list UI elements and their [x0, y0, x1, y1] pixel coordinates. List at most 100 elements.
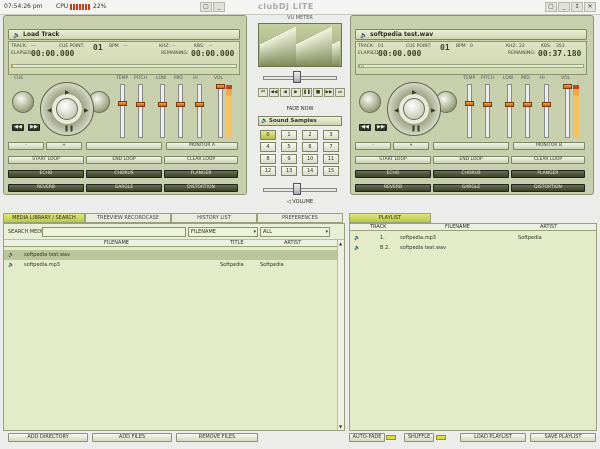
library-scrollbar[interactable]: ▲ ▼: [337, 240, 344, 430]
fade-now-button[interactable]: FADE NOW: [255, 106, 345, 112]
jog-center[interactable]: [403, 98, 425, 120]
save-playlist-button[interactable]: SAVE PLAYLIST: [530, 433, 596, 442]
forward-icon[interactable]: ▶: [84, 107, 89, 114]
fader-handle[interactable]: [158, 102, 167, 107]
pitch-up-button[interactable]: +: [393, 142, 429, 150]
fader-track[interactable]: [160, 84, 165, 138]
fader-track[interactable]: [507, 84, 512, 138]
minimize-button[interactable]: _: [213, 2, 225, 12]
sample-button-8[interactable]: 8: [260, 154, 276, 164]
tab-preferences[interactable]: PREFERENCES: [257, 213, 343, 223]
filter-scope-select[interactable]: ALL ▾: [260, 227, 330, 237]
echo-button[interactable]: ECHO: [8, 170, 84, 178]
list-item[interactable]: 🔈 1. softpedia.mp3 Softpedia: [350, 233, 590, 243]
pause-icon[interactable]: ❚❚: [302, 88, 312, 97]
end-loop-button[interactable]: END LOOP: [86, 156, 162, 164]
distortion-button[interactable]: DISTORTION: [511, 184, 585, 192]
fader-handle[interactable]: [195, 102, 204, 107]
play-icon[interactable]: ▶: [291, 88, 301, 97]
remove-files-button[interactable]: REMOVE FILES: [176, 433, 258, 442]
pitch-up-button[interactable]: +: [46, 142, 82, 150]
sample-button-5[interactable]: 5: [281, 142, 297, 152]
filter-field-select[interactable]: FILENAME ▾: [188, 227, 258, 237]
volume-fader-handle[interactable]: [216, 84, 225, 89]
sample-button-2[interactable]: 2: [302, 130, 318, 140]
start-loop-button[interactable]: START LOOP: [355, 156, 431, 164]
fader-handle[interactable]: [118, 101, 127, 106]
sample-button-7[interactable]: 7: [323, 142, 339, 152]
fader-handle[interactable]: [465, 101, 474, 106]
volume-fader-track[interactable]: [218, 84, 223, 138]
pitch-down-button[interactable]: -: [8, 142, 44, 150]
col-artist[interactable]: ARTIST: [540, 224, 557, 230]
resize-button[interactable]: ↕: [571, 2, 583, 12]
sample-button-3[interactable]: 3: [323, 130, 339, 140]
fader-track[interactable]: [525, 84, 530, 138]
sample-button-15[interactable]: 15: [323, 166, 339, 176]
jog-wheel[interactable]: ◀ ▶ ▶ ❚❚: [387, 82, 441, 136]
reverb-button[interactable]: REVERB: [355, 184, 431, 192]
volume-fader-track[interactable]: [565, 84, 570, 138]
add-directory-button[interactable]: ADD DIRECTORY: [8, 433, 88, 442]
table-row[interactable]: 🔈 softpedia test.wav: [4, 250, 337, 260]
col-filename[interactable]: FILENAME: [445, 224, 470, 230]
track-progress[interactable]: [358, 64, 584, 68]
fast-forward-button[interactable]: ▶▶: [375, 124, 387, 131]
search-input[interactable]: [42, 227, 186, 237]
tab-media-library[interactable]: MEDIA LIBRARY / SEARCH: [3, 213, 85, 223]
col-title[interactable]: TITLE: [230, 240, 244, 246]
restore-button[interactable]: ▢: [200, 2, 212, 12]
reverb-button[interactable]: REVERB: [8, 184, 84, 192]
flanger-button[interactable]: FLANGER: [511, 170, 585, 178]
fader-track[interactable]: [544, 84, 549, 138]
pause-icon[interactable]: ❚❚: [64, 125, 74, 132]
forward-icon[interactable]: ▶: [431, 107, 436, 114]
fader-handle[interactable]: [176, 102, 185, 107]
sample-button-10[interactable]: 10: [302, 154, 318, 164]
cue-knob[interactable]: [12, 91, 34, 113]
rewind-icon[interactable]: ◀: [47, 107, 52, 114]
col-track[interactable]: TRACK: [370, 224, 386, 230]
pause-icon[interactable]: ❚❚: [411, 125, 421, 132]
chorus-button[interactable]: CHORUS: [86, 170, 162, 178]
fader-handle[interactable]: [542, 102, 551, 107]
monitor-button[interactable]: MONITOR A: [166, 142, 238, 150]
load-playlist-button[interactable]: LOAD PLAYLIST: [460, 433, 526, 442]
rewind-icon[interactable]: ◀: [394, 107, 399, 114]
play-icon[interactable]: ▶: [412, 89, 417, 96]
sample-button-1[interactable]: 1: [281, 130, 297, 140]
auto-fade-button[interactable]: AUTO-FADE: [349, 433, 385, 442]
back-icon[interactable]: ◀: [280, 88, 290, 97]
sample-button-13[interactable]: 13: [281, 166, 297, 176]
fader-track[interactable]: [197, 84, 202, 138]
clear-loop-button[interactable]: CLEAR LOOP: [511, 156, 585, 164]
end-loop-button[interactable]: END LOOP: [433, 156, 509, 164]
fader-handle[interactable]: [483, 102, 492, 107]
gargle-button[interactable]: GARGLE: [433, 184, 509, 192]
chorus-button[interactable]: CHORUS: [433, 170, 509, 178]
volume-fader-handle[interactable]: [563, 84, 572, 89]
monitor-button[interactable]: MONITOR B: [513, 142, 585, 150]
fader-handle[interactable]: [136, 102, 145, 107]
master-volume-handle[interactable]: [293, 183, 301, 195]
add-files-button[interactable]: ADD FILES: [92, 433, 172, 442]
sample-button-14[interactable]: 14: [302, 166, 318, 176]
fast-forward-icon[interactable]: ▶▶: [324, 88, 334, 97]
rewind-icon[interactable]: ◀◀: [269, 88, 279, 97]
start-loop-button[interactable]: START LOOP: [8, 156, 84, 164]
shuffle-button[interactable]: SHUFFLE: [404, 433, 434, 442]
rewind-button[interactable]: ◀◀: [359, 124, 371, 131]
restore-button[interactable]: ▢: [545, 2, 557, 12]
jog-wheel[interactable]: ◀ ▶ ▶ ❚❚: [40, 82, 94, 136]
sample-button-9[interactable]: 9: [281, 154, 297, 164]
fader-track[interactable]: [178, 84, 183, 138]
tab-history[interactable]: HISTORY LIST: [171, 213, 257, 223]
distortion-button[interactable]: DISTORTION: [164, 184, 238, 192]
list-item[interactable]: 🔈 B 2. softpedia test.wav: [350, 243, 590, 253]
rewind-button[interactable]: ◀◀: [12, 124, 24, 131]
sample-button-4[interactable]: 4: [260, 142, 276, 152]
track-progress[interactable]: [11, 64, 237, 68]
tab-treeview[interactable]: TREEVIEW RECORDCASE: [85, 213, 171, 223]
sample-button-6[interactable]: 6: [302, 142, 318, 152]
deck-header[interactable]: 🔈 softpedia test.wav: [355, 29, 587, 40]
